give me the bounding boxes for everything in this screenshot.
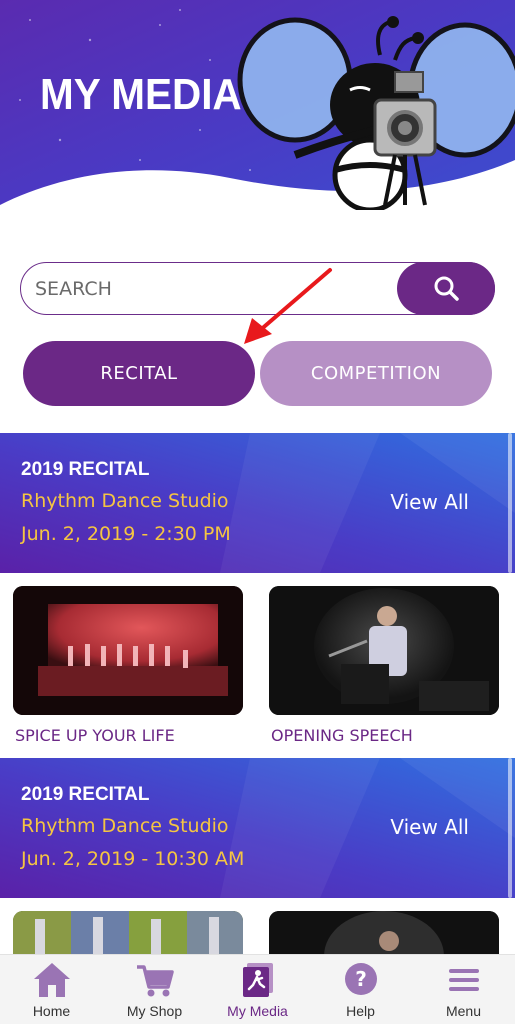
nav-my-media[interactable]: My Media [206,955,309,1024]
nav-my-shop[interactable]: My Shop [103,955,206,1024]
view-all-link[interactable]: View All [390,815,469,839]
event-studio: Rhythm Dance Studio [21,490,229,512]
header: MY MEDIA [0,0,515,225]
speech-thumbnail-image [269,586,499,715]
search-button[interactable] [397,261,495,315]
page-title: MY MEDIA [40,70,242,119]
nav-menu[interactable]: Menu [412,955,515,1024]
video-title[interactable]: OPENING SPEECH [271,726,413,745]
home-icon [33,963,70,997]
tab-recital[interactable]: RECITAL [23,341,255,406]
bottom-navigation: Home My Shop My Media ? Help Menu [0,954,515,1024]
nav-home-label: Home [32,1003,71,1019]
nav-help[interactable]: ? Help [309,955,412,1024]
video-title[interactable]: SPICE UP YOUR LIFE [15,726,175,745]
event-banner[interactable]: 2019 RECITAL Rhythm Dance Studio Jun. 2,… [0,433,515,573]
help-icon: ? [344,963,377,995]
nav-help-label: Help [346,1003,375,1019]
svg-text:?: ? [355,967,367,991]
annotation-arrow-icon [244,268,332,344]
video-thumbnail[interactable] [269,586,499,715]
event-title: 2019 RECITAL [21,459,150,480]
media-icon [242,963,273,997]
nav-home[interactable]: Home [0,955,103,1024]
search-icon [434,276,459,301]
scrollbar[interactable] [508,758,512,898]
event-banner[interactable]: 2019 RECITAL Rhythm Dance Studio Jun. 2,… [0,758,515,898]
event-date: Jun. 2, 2019 - 2:30 PM [21,523,231,545]
nav-my-shop-label: My Shop [126,1003,183,1019]
view-all-link[interactable]: View All [390,490,469,514]
tab-competition[interactable]: COMPETITION [260,341,492,406]
menu-icon [448,969,479,991]
event-title: 2019 RECITAL [21,784,150,805]
dance-stage-thumbnail-image [13,586,243,715]
event-studio: Rhythm Dance Studio [21,815,229,837]
event-date: Jun. 2, 2019 - 10:30 AM [21,848,245,870]
nav-menu-label: Menu [445,1003,482,1019]
cart-icon [136,965,174,997]
video-thumbnail[interactable] [13,586,243,715]
nav-my-media-label: My Media [227,1003,288,1019]
bee-camera-mascot-icon [237,16,515,210]
scrollbar[interactable] [508,433,512,573]
